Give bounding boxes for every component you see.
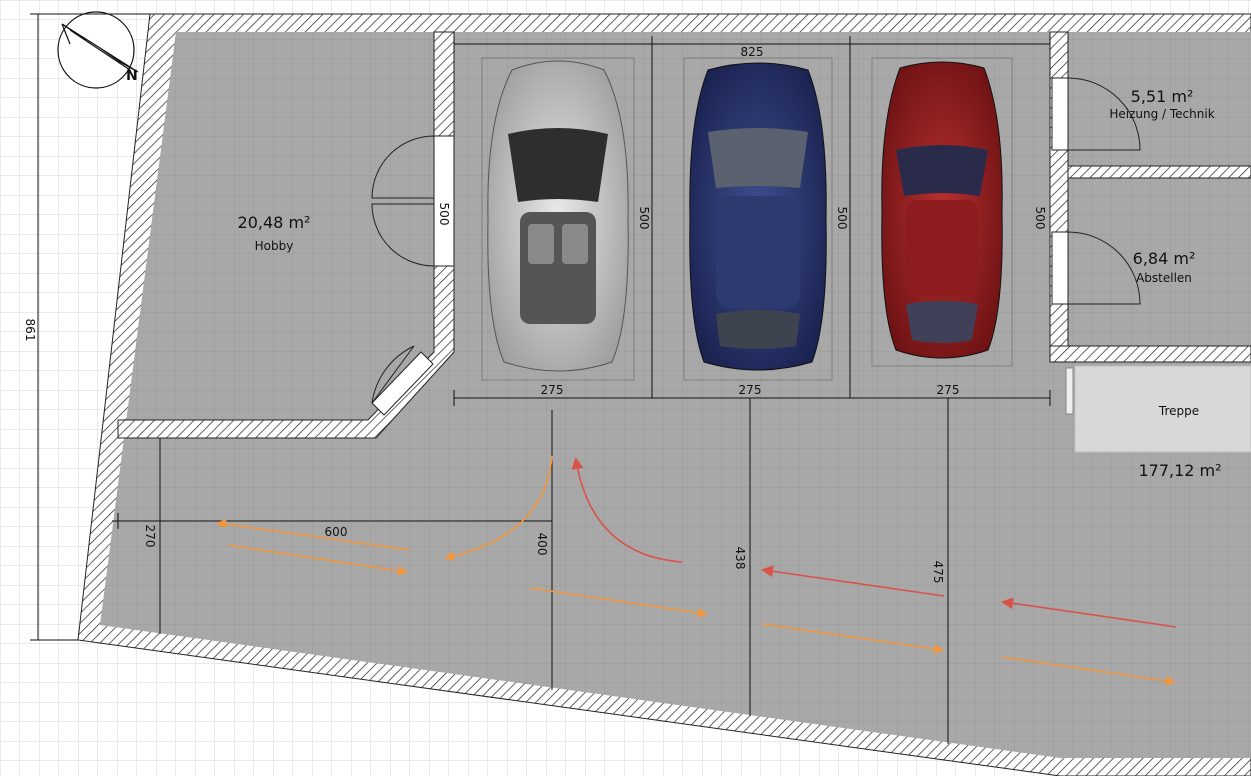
dim-lane-left-depth: 270: [143, 525, 157, 548]
dim-total-width: 825: [741, 45, 764, 59]
abstellen-name: Abstellen: [1136, 271, 1192, 285]
abstellen-bottom-wall: [1049, 345, 1251, 363]
treppe-name: Treppe: [1158, 404, 1199, 418]
dim-lane-depth-2: 438: [733, 547, 747, 570]
dim-lane-depth-1: 400: [535, 533, 549, 556]
garage-area: 177,12 m²: [1138, 461, 1221, 480]
stairs-rail: [1065, 367, 1074, 415]
car-blue: [683, 57, 833, 381]
hobby-name: Hobby: [255, 239, 294, 253]
hobby-area: 20,48 m²: [238, 213, 311, 232]
dim-total-depth: 861: [23, 319, 37, 342]
dim-bay-width-2: 275: [739, 383, 762, 397]
dim-lane-length: 600: [325, 525, 348, 539]
dim-bay-depth-3: 500: [1033, 207, 1047, 230]
technik-divider: [1067, 165, 1251, 179]
car-red: [871, 57, 1013, 367]
dim-bay-width-3: 275: [937, 383, 960, 397]
dim-bay-width-1: 275: [541, 383, 564, 397]
heizung-name: Heizung / Technik: [1109, 107, 1214, 121]
car-silver: [481, 57, 635, 381]
abstellen-area: 6,84 m²: [1133, 249, 1196, 268]
dim-bay-depth-2: 500: [835, 207, 849, 230]
dim-lane-depth-3: 475: [931, 561, 945, 584]
floor-plan: N 20,48 m² Hobby 5,51 m² Heizung / Techn…: [0, 0, 1251, 776]
dim-door-hobby: 500: [437, 203, 451, 226]
dim-bay-depth-1: 500: [637, 207, 651, 230]
heizung-area: 5,51 m²: [1131, 87, 1194, 106]
svg-text:N: N: [126, 68, 138, 84]
